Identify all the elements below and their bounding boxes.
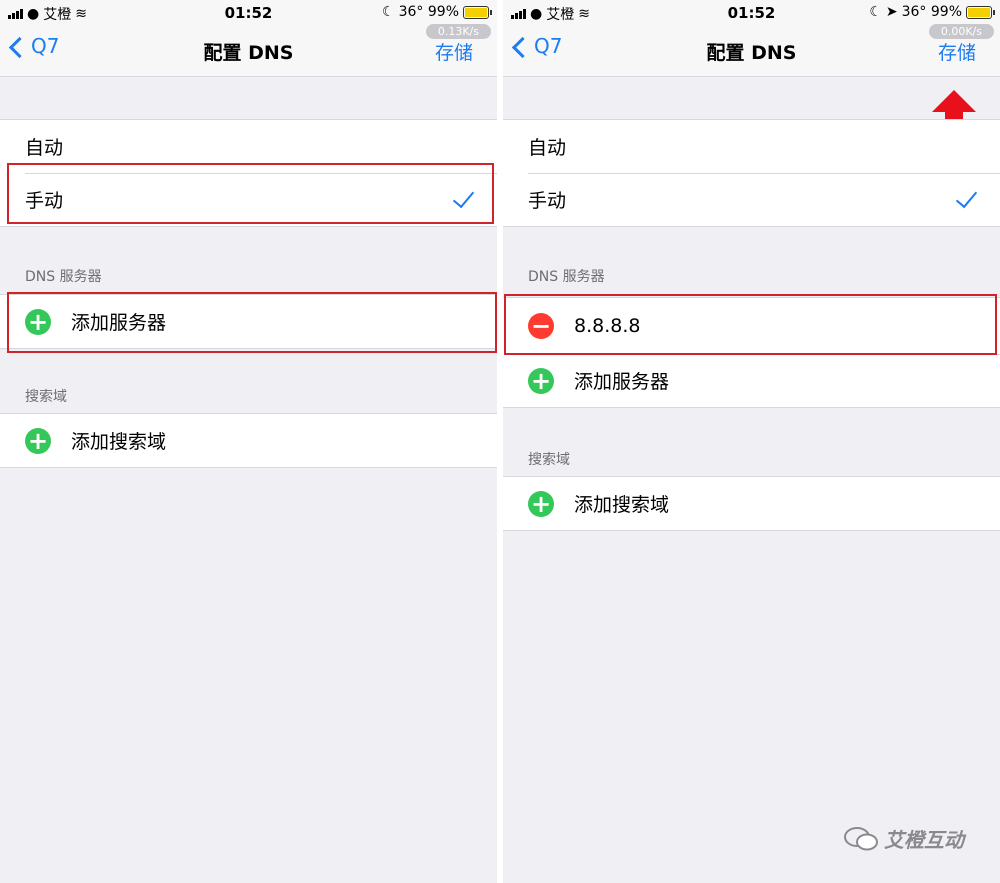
battery-icon bbox=[463, 5, 492, 19]
add-icon: + bbox=[25, 427, 51, 454]
section-header-search: 搜索域 bbox=[528, 452, 570, 468]
checkmark-icon bbox=[955, 185, 978, 209]
add-search-label: 添加搜索域 bbox=[71, 431, 167, 453]
checkmark-icon bbox=[452, 185, 475, 209]
option-manual[interactable]: 手动 bbox=[0, 173, 497, 226]
wechat-icon bbox=[844, 826, 878, 850]
option-label: 自动 bbox=[528, 137, 567, 159]
add-search-domain-row[interactable]: + 添加搜索域 bbox=[0, 414, 497, 467]
page-title: 配置 DNS bbox=[203, 42, 294, 64]
option-label: 手动 bbox=[25, 190, 64, 212]
add-server-label: 添加服务器 bbox=[574, 371, 670, 393]
location-icon: ➤ bbox=[885, 4, 898, 20]
add-search-domain-row[interactable]: + 添加搜索域 bbox=[503, 477, 1000, 530]
section-header-dns: DNS 服务器 bbox=[528, 269, 605, 285]
config-mode-group: 自动 手动 bbox=[503, 119, 1000, 227]
moon-icon: ☾ bbox=[382, 4, 395, 20]
network-speed-badge: 0.13K/s bbox=[425, 24, 491, 39]
navigation-bar: Q7 配置 DNS 存储 bbox=[503, 26, 1000, 77]
left-screen: ● 艾橙 ≋ 01:52 ☾ 36° 99% Q7 配置 DNS 存储 0.13… bbox=[0, 0, 497, 883]
option-auto[interactable]: 自动 bbox=[503, 120, 1000, 173]
save-button[interactable]: 存储 bbox=[435, 38, 473, 65]
watermark-text: 艾橙互动 bbox=[884, 828, 964, 852]
navigation-bar: Q7 配置 DNS 存储 bbox=[0, 26, 497, 77]
section-header-dns: DNS 服务器 bbox=[25, 269, 102, 285]
status-bar: ● 艾橙 ≋ 01:52 ☾ ➤ 36° 99% bbox=[503, 0, 1000, 26]
save-button[interactable]: 存储 bbox=[938, 38, 976, 65]
dns-server-value: 8.8.8.8 bbox=[574, 315, 641, 337]
add-icon: + bbox=[25, 308, 51, 335]
option-label: 自动 bbox=[25, 137, 64, 159]
section-header-search: 搜索域 bbox=[25, 389, 67, 405]
watermark: 艾橙互动 bbox=[844, 824, 964, 853]
status-bar: ● 艾橙 ≋ 01:52 ☾ 36° 99% bbox=[0, 0, 497, 26]
network-speed-badge: 0.00K/s bbox=[928, 24, 994, 39]
dns-server-row[interactable]: − 8.8.8.8 bbox=[503, 298, 1000, 354]
page-title: 配置 DNS bbox=[706, 42, 797, 64]
battery-info: 36° 99% bbox=[398, 4, 459, 20]
dns-server-group: + 添加服务器 bbox=[0, 294, 497, 349]
add-server-label: 添加服务器 bbox=[71, 312, 167, 334]
moon-icon: ☾ bbox=[869, 4, 882, 20]
right-screen: ● 艾橙 ≋ 01:52 ☾ ➤ 36° 99% Q7 配置 DNS 存储 0.… bbox=[503, 0, 1000, 883]
add-search-label: 添加搜索域 bbox=[574, 494, 670, 516]
battery-info: 36° 99% bbox=[901, 4, 962, 20]
option-label: 手动 bbox=[528, 190, 567, 212]
option-manual[interactable]: 手动 bbox=[503, 173, 1000, 226]
search-domain-group: + 添加搜索域 bbox=[0, 413, 497, 468]
config-mode-group: 自动 手动 bbox=[0, 119, 497, 227]
option-auto[interactable]: 自动 bbox=[0, 120, 497, 173]
add-icon: + bbox=[528, 367, 554, 394]
add-server-row[interactable]: + 添加服务器 bbox=[503, 354, 1000, 407]
battery-icon bbox=[966, 5, 995, 19]
search-domain-group: + 添加搜索域 bbox=[503, 476, 1000, 531]
remove-icon[interactable]: − bbox=[528, 313, 554, 339]
dns-server-group: − 8.8.8.8 + 添加服务器 bbox=[503, 297, 1000, 408]
add-icon: + bbox=[528, 490, 554, 517]
add-server-row[interactable]: + 添加服务器 bbox=[0, 295, 497, 348]
